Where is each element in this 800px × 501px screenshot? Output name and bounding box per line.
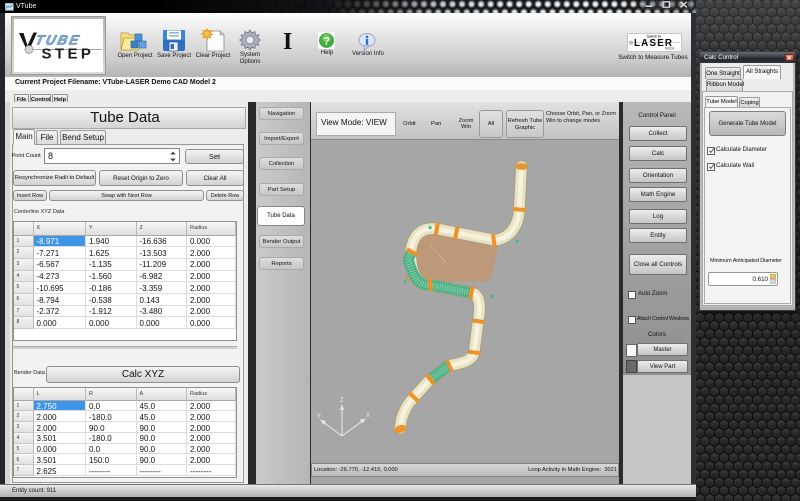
svg-text:?: ? [323,36,330,48]
svg-text:STEP: STEP [42,46,95,63]
svg-text:Y: Y [317,414,321,420]
svg-text:X: X [366,413,370,419]
svg-text:MODE: MODE [665,46,675,50]
svg-text:Z: Z [340,398,344,404]
